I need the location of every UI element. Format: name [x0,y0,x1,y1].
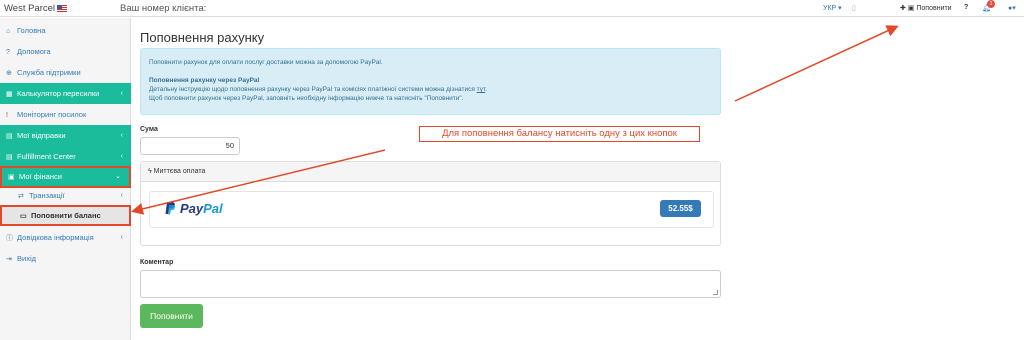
info-alert: Поповнити рахунок для оплати послуг дост… [140,48,721,115]
submit-topup-button[interactable]: Поповнити [140,304,203,328]
sidebar-item-help[interactable]: ? Допомога [0,41,131,62]
plus-icon: ✚ ▣ [900,5,917,12]
box-icon: ▤ [6,133,13,140]
alert-link-here[interactable]: тут [477,86,486,93]
comment-textarea[interactable] [140,270,721,298]
info-icon: ⓘ [6,235,13,242]
paypal-price-button[interactable]: 52.55$ [660,200,701,217]
paypal-logo: PayPal [180,201,223,216]
annotation-callout: Для поповнення балансу натисніть одну з … [419,126,700,142]
sidebar-item-label: Мої відправки [17,131,66,140]
lifebuoy-icon: ⊕ [6,70,12,77]
brand[interactable]: West Parcel [4,3,68,14]
comment-label: Коментар [140,259,174,266]
topup-link[interactable]: ✚ ▣ Поповнити [900,4,952,12]
panel-heading: ϟ Миттєва оплата [141,162,720,182]
exclamation-icon: ! [6,112,8,119]
brand-name[interactable]: West Parcel [4,3,55,14]
chevron-left-icon: ‹ [120,132,123,139]
alert-line-2: Щоб поповнити рахунок через PayPal, запо… [149,95,464,102]
chevron-left-icon: ‹ [120,234,123,241]
sidebar-item-calculator[interactable]: ▦ Калькулятор пересилки ‹ [0,83,131,104]
warehouse-icon: ▤ [6,154,13,161]
topup-link-label: Поповнити [916,5,952,12]
separator-icon: ▯ [852,5,856,12]
chevron-down-icon: ⌄ [115,173,121,180]
alert-heading: Поповнення рахунку через PayPal [149,77,260,84]
sidebar-item-home[interactable]: ⌂ Головна [0,20,131,41]
sidebar-item-label: Довідкова інформація [17,233,94,242]
chevron-left-icon: ‹ [120,90,123,97]
sidebar-item-transactions[interactable]: ⇄ Транзакції ‹ [0,185,131,206]
paypal-word-pay: Pay [180,201,204,216]
paypal-option[interactable]: PayPal 52.55$ [149,191,714,228]
alert-intro: Поповнити рахунок для оплати послуг дост… [149,59,383,66]
sidebar-item-label: Моніторинг посилок [17,110,87,119]
sidebar-item-logout[interactable]: ⇥ Вихід [0,248,131,269]
notification-badge: 1 [987,0,995,8]
sidebar-item-label: Вихід [17,254,36,263]
language-dropdown[interactable]: УКР ▾ [823,4,842,12]
sidebar-item-reference[interactable]: ⓘ Довідкова інформація ‹ [0,227,131,248]
instant-payment-panel: ϟ Миттєва оплата PayPal 52.55$ [140,161,721,246]
user-menu[interactable]: ●▾ [1008,4,1016,12]
sidebar-item-label: Калькулятор пересилки [17,89,100,98]
page-title: Поповнення рахунку [140,30,265,45]
alert-line-1: Детальну інструкцію щодо поповнення раху… [149,86,488,93]
sidebar-item-monitoring[interactable]: ! Моніторинг посилок [0,104,131,125]
alert-line-1-text: Детальну інструкцію щодо поповнення раху… [149,86,475,93]
paypal-logo-icon [165,202,175,215]
panel-heading-label: Миттєва оплата [153,168,206,175]
sidebar-item-support[interactable]: ⊕ Служба підтримки [0,62,131,83]
paypal-word-pal: Pal [203,201,223,216]
sidebar-item-label: Головна [17,26,46,35]
sidebar: ⌂ Головна ? Допомога ⊕ Служба підтримки ▦ Ка… [0,18,131,340]
sidebar-item-label: Транзакції [29,191,65,200]
top-navbar: West Parcel Ваш номер клієнта: УКР ▾ ▯ ✚… [0,0,1024,17]
home-icon: ⌂ [6,28,11,35]
sidebar-item-label: Служба підтримки [17,68,81,77]
chevron-left-icon: ‹ [120,153,123,160]
help-button[interactable]: ? [964,4,968,11]
sidebar-item-label: Fulfillment Center [17,152,76,161]
client-number-label: Ваш номер клієнта: [120,3,207,14]
chevron-left-icon: ‹ [120,192,123,199]
user-caret-icon: ▾ [1012,5,1016,12]
amount-label: Сума [140,126,158,133]
logout-icon: ⇥ [6,256,12,263]
calculator-icon: ▦ [6,91,13,98]
sidebar-item-label: Допомога [17,47,51,56]
arrow-to-topup-link [734,25,899,102]
sidebar-item-label: Поповнити баланс [31,211,101,220]
sidebar-item-topup-balance[interactable]: ▭ Поповнити баланс [0,205,131,226]
transfer-icon: ⇄ [18,193,24,200]
us-flag-icon [57,5,68,12]
amount-input[interactable]: 50 [140,137,240,155]
sidebar-item-shipments[interactable]: ▤ Мої відправки ‹ [0,125,131,146]
card-icon: ▭ [20,213,27,220]
sidebar-item-fulfillment[interactable]: ▤ Fulfillment Center ‹ [0,146,131,167]
question-icon: ? [6,49,10,56]
sidebar-item-label: Мої фінанси [19,172,62,181]
resize-handle-icon[interactable] [713,290,718,295]
